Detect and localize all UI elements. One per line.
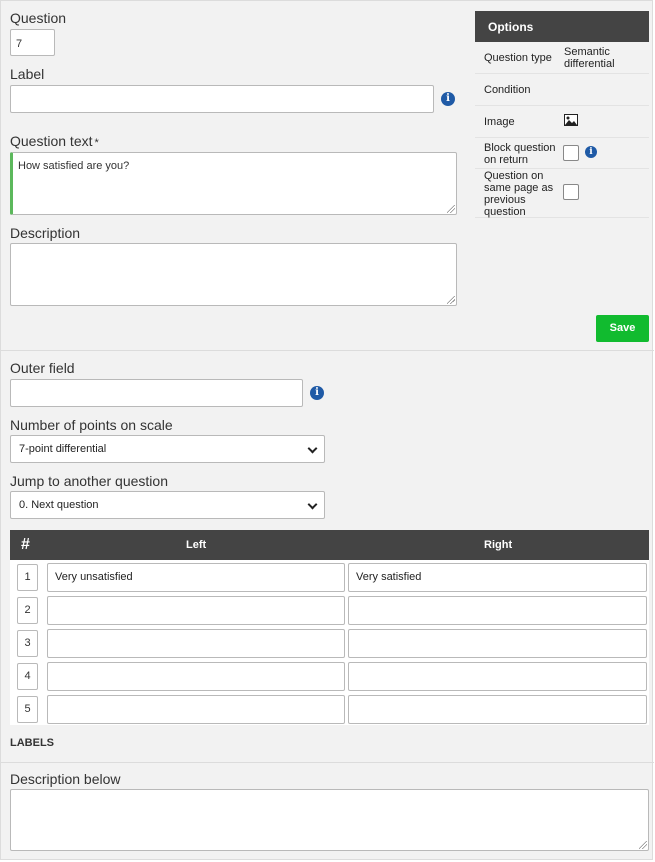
- option-image-key: Image: [484, 116, 515, 128]
- option-question-type: Question type Semantic differential: [475, 42, 649, 74]
- scale-points-selected: 7-point differential: [19, 443, 107, 455]
- labels-table-body: 1 Very unsatisfied Very satisfied 2 3 4 …: [10, 560, 649, 725]
- question-text-area[interactable]: How satisfied are you?: [10, 152, 457, 215]
- options-header: Options: [475, 11, 649, 42]
- chevron-down-icon: [307, 499, 318, 510]
- jump-selected: 0. Next question: [19, 499, 99, 511]
- row-number: 5: [17, 696, 38, 723]
- question-text-label: Question text *: [10, 133, 99, 149]
- description-area[interactable]: [10, 243, 457, 306]
- left-label-input[interactable]: [47, 629, 345, 658]
- col-hash-header: #: [21, 536, 30, 553]
- option-same-page: Question on same page as previous question: [475, 169, 649, 218]
- jump-label: Jump to another question: [10, 473, 168, 489]
- left-label-input[interactable]: Very unsatisfied: [47, 563, 345, 592]
- description-below-area[interactable]: [10, 789, 649, 851]
- section-divider: [1, 762, 654, 763]
- outer-field-input[interactable]: [10, 379, 303, 407]
- right-label-input[interactable]: [348, 662, 647, 691]
- right-label-value: Very satisfied: [356, 571, 422, 583]
- row-number: 4: [17, 663, 38, 690]
- chevron-down-icon: [307, 443, 318, 454]
- scale-points-select[interactable]: 7-point differential: [10, 435, 325, 463]
- label-input[interactable]: [10, 85, 434, 113]
- option-condition[interactable]: Condition: [475, 74, 649, 106]
- left-label-input[interactable]: [47, 695, 345, 724]
- right-label-input[interactable]: [348, 695, 647, 724]
- resize-handle-icon[interactable]: [447, 296, 455, 304]
- description-below-label: Description below: [10, 771, 121, 787]
- right-label-input[interactable]: [348, 629, 647, 658]
- label-field-label: Label: [10, 66, 45, 82]
- question-editor: Question 7 Label i Question text * How sa…: [0, 0, 654, 860]
- question-text-value: How satisfied are you?: [18, 160, 130, 172]
- save-button[interactable]: Save: [596, 315, 649, 342]
- jump-select[interactable]: 0. Next question: [10, 491, 325, 519]
- label-info-icon[interactable]: i: [441, 92, 455, 106]
- labels-heading: LABELS: [10, 737, 54, 749]
- outer-field-info-icon[interactable]: i: [310, 386, 324, 400]
- outer-field-label: Outer field: [10, 360, 75, 376]
- block-question-checkbox[interactable]: [563, 145, 579, 161]
- right-label-input[interactable]: [348, 596, 647, 625]
- option-same-page-key: Question on same page as previous question: [484, 170, 554, 218]
- question-number-value: 7: [16, 38, 23, 50]
- left-label-input[interactable]: [47, 596, 345, 625]
- row-number: 1: [17, 564, 38, 591]
- scale-points-label: Number of points on scale: [10, 417, 173, 433]
- option-condition-key: Condition: [484, 84, 531, 96]
- option-question-type-value: Semantic differential: [564, 46, 615, 70]
- col-right-header: Right: [484, 539, 513, 551]
- option-block-question: Block question on return i: [475, 138, 649, 169]
- required-mark: *: [94, 137, 99, 149]
- block-question-info-icon[interactable]: i: [585, 146, 597, 158]
- resize-handle-icon[interactable]: [639, 841, 647, 849]
- option-image: Image: [475, 106, 649, 138]
- options-header-title: Options: [488, 20, 534, 34]
- labels-table-header: # Left Right: [10, 530, 649, 560]
- description-label: Description: [10, 225, 81, 241]
- section-divider: [1, 350, 654, 351]
- option-question-type-key: Question type: [484, 52, 552, 64]
- left-label-input[interactable]: [47, 662, 345, 691]
- option-block-question-key: Block question on return: [484, 142, 556, 166]
- question-number-input[interactable]: 7: [10, 29, 55, 56]
- left-label-value: Very unsatisfied: [55, 571, 133, 583]
- right-label-input[interactable]: Very satisfied: [348, 563, 647, 592]
- col-left-header: Left: [186, 539, 207, 551]
- resize-handle-icon[interactable]: [447, 205, 455, 213]
- row-number: 3: [17, 630, 38, 657]
- image-icon[interactable]: [564, 114, 578, 126]
- row-number: 2: [17, 597, 38, 624]
- question-label: Question: [10, 10, 67, 26]
- same-page-checkbox[interactable]: [563, 184, 579, 200]
